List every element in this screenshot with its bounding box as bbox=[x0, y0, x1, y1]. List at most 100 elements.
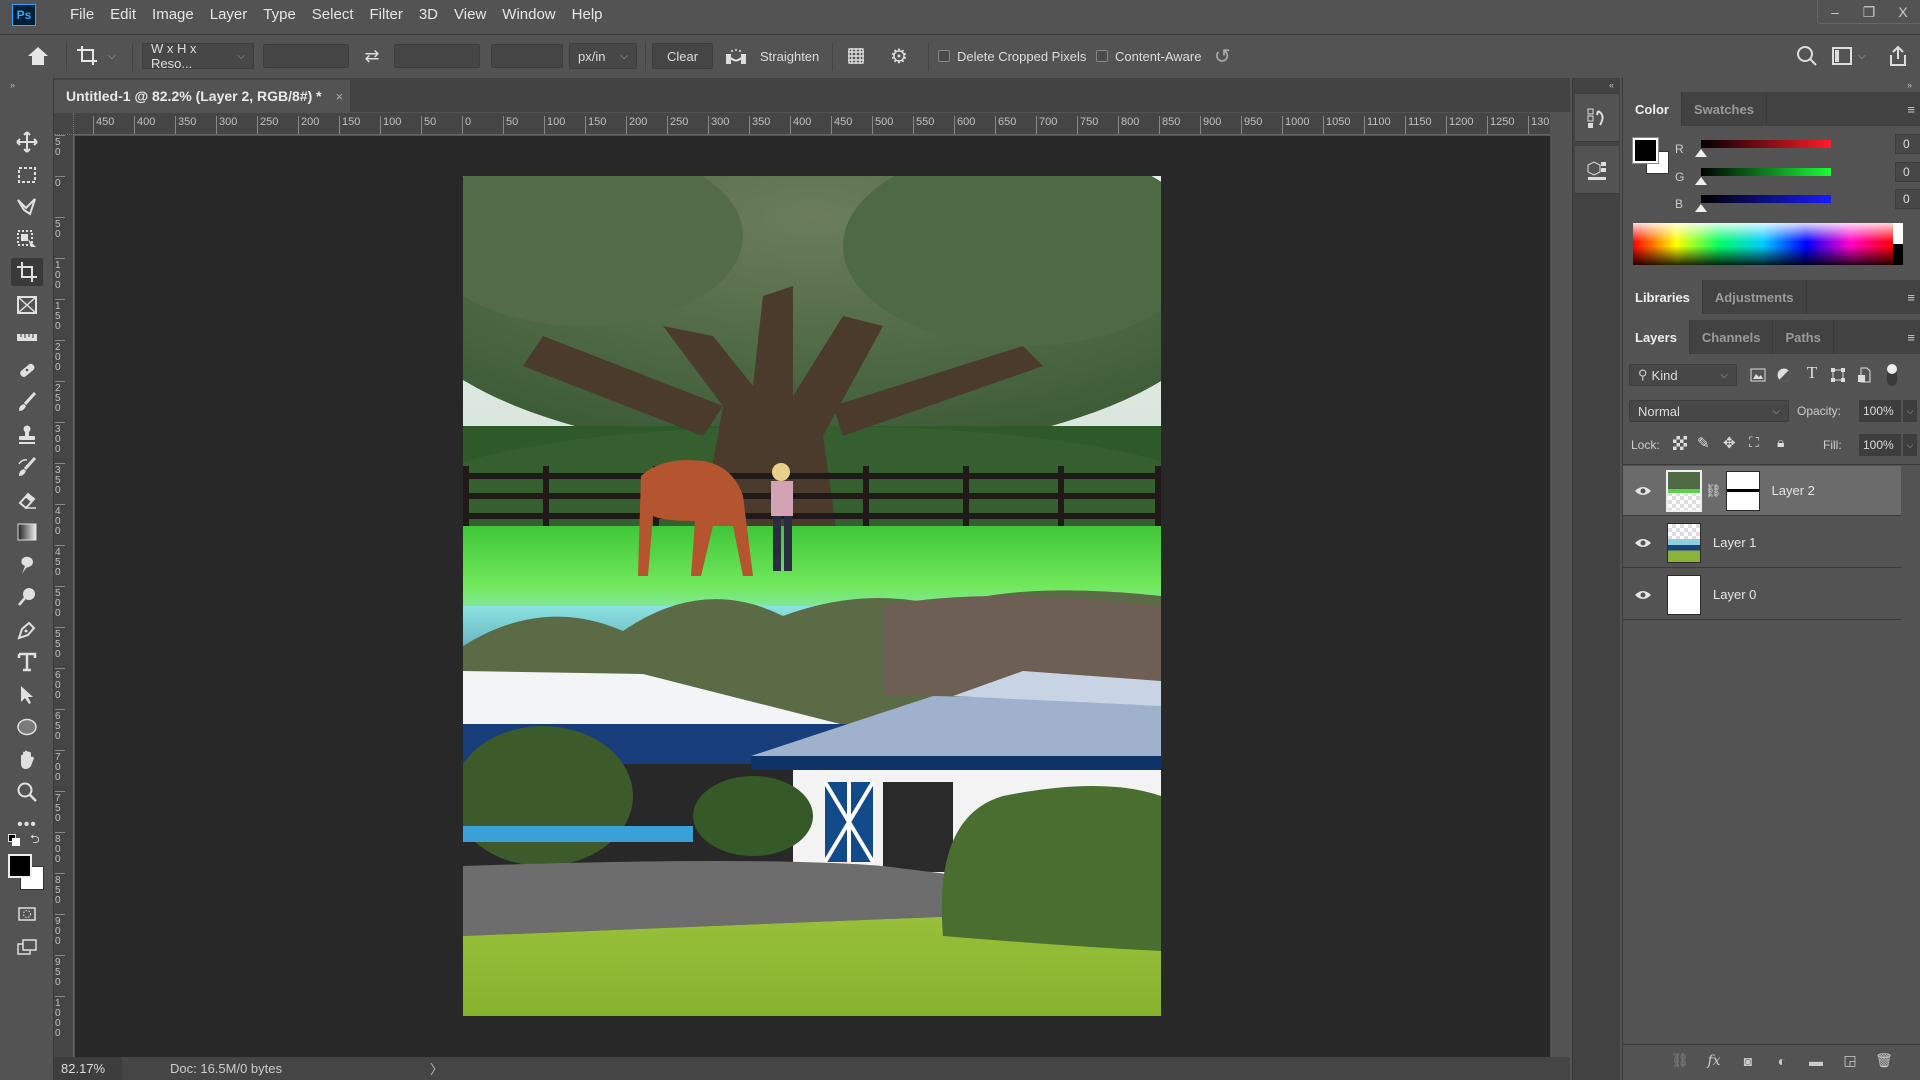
restore-button[interactable]: ❐ bbox=[1852, 0, 1886, 24]
clone-stamp-tool[interactable] bbox=[11, 421, 43, 449]
layer-name[interactable]: Layer 0 bbox=[1713, 587, 1756, 602]
crop-tool-preset-button[interactable]: ⌵ bbox=[76, 43, 116, 69]
workspace-button[interactable]: ⌵ bbox=[1832, 43, 1866, 69]
history-brush-tool[interactable] bbox=[11, 453, 43, 481]
minimize-button[interactable]: – bbox=[1818, 0, 1852, 24]
opacity-input[interactable]: 100% bbox=[1859, 400, 1901, 422]
marquee-tool[interactable] bbox=[11, 161, 43, 189]
filter-toggle[interactable] bbox=[1887, 364, 1897, 386]
foreground-color-swatch[interactable] bbox=[8, 854, 32, 878]
canvas-area[interactable] bbox=[75, 136, 1550, 1057]
opacity-slider-toggle[interactable]: ⌵ bbox=[1903, 400, 1917, 422]
dodge-tool[interactable] bbox=[11, 583, 43, 611]
menu-select[interactable]: Select bbox=[304, 0, 362, 30]
fx-icon[interactable]: fx bbox=[1697, 1053, 1731, 1069]
layer-thumbnail[interactable] bbox=[1667, 522, 1701, 563]
add-mask-icon[interactable]: ◙ bbox=[1731, 1053, 1765, 1069]
history-panel-button[interactable] bbox=[1575, 94, 1619, 142]
menu-window[interactable]: Window bbox=[494, 0, 563, 30]
link-layers-icon[interactable]: ⛓ bbox=[1663, 1052, 1697, 1069]
menu-filter[interactable]: Filter bbox=[362, 0, 411, 30]
collapse-panels-icon[interactable]: » bbox=[1907, 80, 1912, 90]
green-track[interactable] bbox=[1701, 168, 1831, 176]
blend-mode-dropdown[interactable]: Normal ⌵ bbox=[1629, 400, 1789, 422]
swap-dimensions-button[interactable]: ⇄ bbox=[360, 43, 384, 69]
zoom-level-field[interactable]: 82.17% bbox=[54, 1057, 122, 1080]
hand-tool[interactable] bbox=[11, 746, 43, 774]
share-button[interactable] bbox=[1888, 43, 1908, 69]
smudge-tool[interactable] bbox=[11, 551, 43, 579]
layer-mask-thumbnail[interactable] bbox=[1725, 470, 1760, 511]
object-selection-tool[interactable] bbox=[11, 226, 43, 254]
link-icon[interactable]: ⛓ bbox=[1705, 483, 1722, 499]
vertical-scrollbar[interactable] bbox=[1550, 113, 1570, 1057]
layer-thumbnail[interactable] bbox=[1667, 574, 1701, 615]
quick-mask-button[interactable] bbox=[11, 900, 43, 928]
gradient-tool[interactable] bbox=[11, 518, 43, 546]
menu-type[interactable]: Type bbox=[255, 0, 304, 30]
color-panel-menu-icon[interactable]: ≡ bbox=[1907, 102, 1915, 117]
expand-toolbar-icon[interactable]: » bbox=[10, 80, 15, 90]
brush-tool[interactable] bbox=[11, 388, 43, 416]
visibility-eye-icon[interactable] bbox=[1623, 589, 1663, 601]
new-group-icon[interactable]: ▬ bbox=[1799, 1053, 1833, 1069]
filter-pixel-layers-button[interactable] bbox=[1749, 366, 1767, 384]
move-tool[interactable] bbox=[11, 128, 43, 156]
layer-name[interactable]: Layer 1 bbox=[1713, 535, 1756, 550]
checkbox-box[interactable] bbox=[938, 50, 950, 62]
document-tab[interactable]: Untitled-1 @ 82.2% (Layer 2, RGB/8#) * × bbox=[54, 80, 350, 112]
lock-position-button[interactable]: ✥ bbox=[1723, 434, 1736, 452]
search-button[interactable] bbox=[1796, 43, 1818, 69]
ratio-dropdown[interactable]: W x H x Reso... ⌵ bbox=[142, 41, 254, 71]
checkbox-box[interactable] bbox=[1096, 50, 1108, 62]
ruler-origin[interactable] bbox=[54, 113, 74, 135]
ellipse-tool[interactable] bbox=[11, 713, 43, 741]
default-colors-button[interactable] bbox=[8, 834, 20, 846]
tab-paths[interactable]: Paths bbox=[1773, 320, 1834, 354]
overlay-options-button[interactable] bbox=[846, 43, 866, 69]
status-menu-arrow-icon[interactable]: 〉 bbox=[430, 1059, 443, 1078]
filter-smart-objects-button[interactable] bbox=[1855, 366, 1873, 384]
ruler-tool[interactable] bbox=[11, 323, 43, 351]
resolution-input[interactable] bbox=[491, 44, 563, 68]
visibility-eye-icon[interactable] bbox=[1623, 485, 1663, 497]
delete-cropped-pixels-checkbox[interactable]: Delete Cropped Pixels bbox=[938, 43, 1086, 69]
tab-color[interactable]: Color bbox=[1623, 92, 1682, 126]
horizontal-ruler[interactable]: 450 400 350 300 250 200 150 100 50 0 50 100 150 200 25… bbox=[74, 113, 1550, 135]
menu-3d[interactable]: 3D bbox=[411, 0, 446, 30]
straighten-button[interactable]: Straighten bbox=[724, 43, 819, 69]
fill-input[interactable]: 100% bbox=[1859, 434, 1901, 456]
filter-type-layers-button[interactable]: T bbox=[1803, 363, 1821, 382]
menu-view[interactable]: View bbox=[446, 0, 494, 30]
filter-shape-layers-button[interactable] bbox=[1829, 366, 1847, 384]
foreground-color-chip[interactable] bbox=[1632, 137, 1659, 164]
crop-settings-button[interactable]: ⚙ bbox=[890, 43, 908, 69]
vertical-ruler[interactable]: 50 0 50 100 150 200 250 300 350 400 450 500 550 600 65… bbox=[54, 113, 74, 1057]
visibility-eye-icon[interactable] bbox=[1623, 537, 1663, 549]
collapse-dock-icon[interactable]: « bbox=[1609, 80, 1614, 90]
layer-row-layer-1[interactable]: Layer 1 bbox=[1623, 518, 1901, 568]
tab-layers[interactable]: Layers bbox=[1623, 320, 1690, 354]
blue-value-input[interactable]: 0 bbox=[1895, 189, 1920, 209]
red-thumb[interactable] bbox=[1695, 149, 1707, 157]
blue-track[interactable] bbox=[1701, 195, 1831, 203]
blue-thumb[interactable] bbox=[1695, 204, 1707, 212]
menu-layer[interactable]: Layer bbox=[202, 0, 256, 30]
libraries-panel-menu-icon[interactable]: ≡ bbox=[1907, 290, 1915, 305]
resolution-units-dropdown[interactable]: px/in ⌵ bbox=[569, 43, 637, 69]
menu-image[interactable]: Image bbox=[144, 0, 202, 30]
healing-brush-tool[interactable] bbox=[11, 356, 43, 384]
green-thumb[interactable] bbox=[1695, 177, 1707, 185]
tab-libraries[interactable]: Libraries bbox=[1623, 280, 1703, 314]
color-spectrum[interactable] bbox=[1633, 223, 1903, 265]
screen-mode-button[interactable] bbox=[11, 933, 43, 961]
lock-all-button[interactable]: 🔒︎ bbox=[1777, 434, 1784, 451]
clear-button[interactable]: Clear bbox=[652, 43, 714, 69]
lock-transparent-pixels-icon[interactable] bbox=[1673, 436, 1687, 450]
trash-icon[interactable]: 🗑︎ bbox=[1867, 1052, 1901, 1069]
menu-help[interactable]: Help bbox=[564, 0, 611, 30]
3d-panel-button[interactable] bbox=[1575, 146, 1619, 194]
layer-row-layer-0[interactable]: Layer 0 bbox=[1623, 570, 1901, 620]
crop-tool[interactable] bbox=[11, 258, 43, 286]
height-input[interactable] bbox=[394, 44, 480, 68]
